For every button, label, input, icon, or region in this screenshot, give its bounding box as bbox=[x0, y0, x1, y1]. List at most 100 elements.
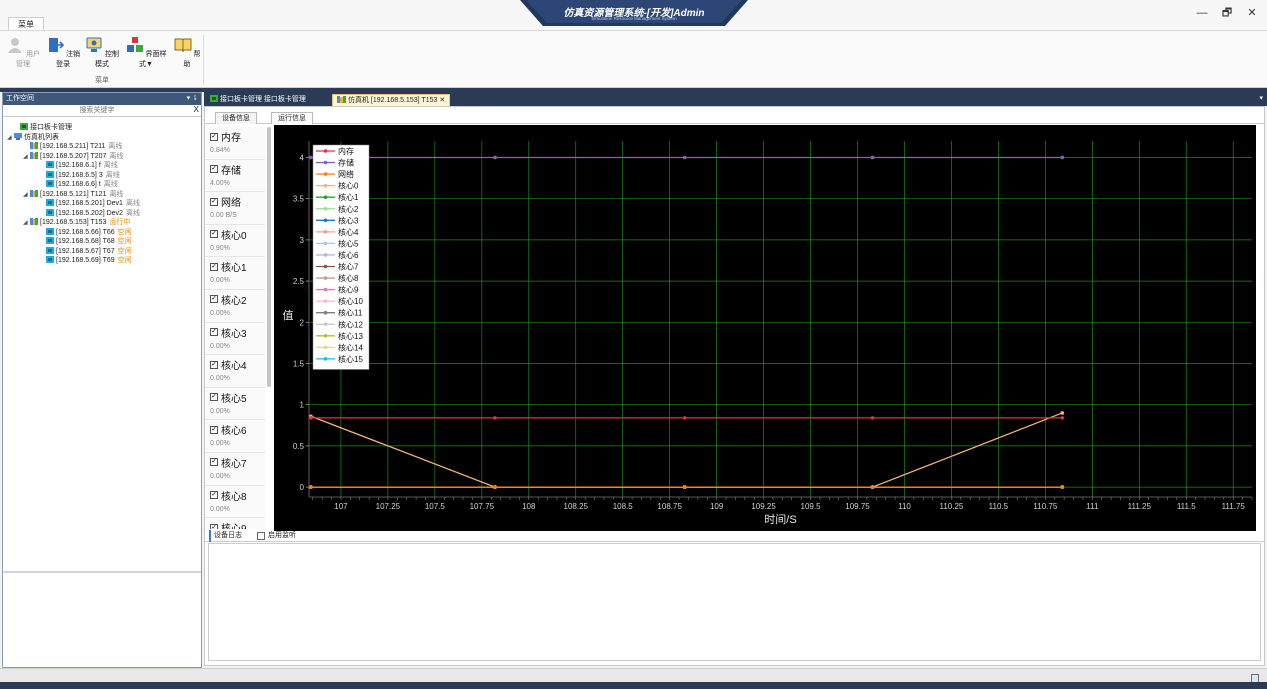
metric-checkbox[interactable]: ✓ 核心1 bbox=[210, 259, 265, 274]
legend-swatch-dot bbox=[323, 276, 328, 280]
close-tab-icon[interactable]: ✕ bbox=[439, 97, 445, 104]
tab-simulator-t153[interactable]: 仿真机 [192.168.5.153] T153 ✕ bbox=[332, 94, 451, 106]
help-button[interactable]: 帮助 bbox=[173, 37, 201, 73]
expand-toggle-icon[interactable]: ◢ bbox=[7, 134, 14, 143]
checklist-scrollbar[interactable] bbox=[267, 127, 271, 387]
checkbox-box[interactable]: ✓ bbox=[210, 295, 218, 304]
metric-checkbox[interactable]: ✓ 核心2 bbox=[210, 292, 265, 307]
server-icon bbox=[30, 189, 40, 198]
checkbox-box[interactable]: ✓ bbox=[210, 393, 218, 402]
control-mode-button[interactable]: 控制模式 bbox=[84, 37, 120, 73]
user-manage-button[interactable]: 用户管理 bbox=[5, 37, 41, 73]
tab-device-info[interactable]: 设备信息 bbox=[215, 112, 257, 124]
tree-node[interactable]: [192.168.5.69] T69 空闲 bbox=[39, 256, 132, 265]
legend-swatch-dot bbox=[323, 149, 328, 153]
tree-node[interactable]: [192.168.6.1] f 离线 bbox=[39, 161, 118, 170]
tree-node[interactable]: [192.168.5.202] Dev2 离线 bbox=[39, 208, 140, 218]
tree-node[interactable]: ◢ 仿真机列表 bbox=[7, 132, 59, 143]
metric-checkbox[interactable]: ✓ 核心0 bbox=[210, 227, 265, 242]
metric-label: 核心3 bbox=[221, 328, 247, 340]
theme-button[interactable]: 界面样式▼ bbox=[124, 37, 168, 73]
metric-item: ✓ 核心7 0.00% bbox=[205, 453, 265, 486]
checkbox-box[interactable]: ✓ bbox=[210, 491, 218, 500]
checkbox-box[interactable]: ✓ bbox=[210, 230, 218, 239]
x-tick-label: 108.5 bbox=[613, 502, 634, 511]
checkbox-box[interactable]: ✓ bbox=[210, 523, 218, 529]
legend-swatch-dot bbox=[323, 322, 328, 327]
tree-node-label: 接口板卡管理 bbox=[30, 124, 72, 131]
metric-checkbox[interactable]: ✓ 核心8 bbox=[210, 488, 265, 503]
log-toolbar: 设备日志 启用监听 bbox=[205, 530, 1264, 542]
checkbox-box[interactable]: ✓ bbox=[210, 132, 218, 141]
expand-toggle-icon[interactable]: ◢ bbox=[23, 191, 30, 200]
y-tick-label: 0 bbox=[300, 483, 305, 492]
tree-node[interactable]: 接口板卡管理 bbox=[13, 123, 72, 132]
workspace-splitter[interactable] bbox=[3, 571, 201, 573]
workspace-title: 工作空间 bbox=[6, 95, 34, 102]
y-tick-label: 3 bbox=[300, 236, 305, 245]
metric-checkbox[interactable]: ✓ 核心6 bbox=[210, 422, 265, 437]
tree-node[interactable]: ◢ [192.168.5.153] T153 运行中 bbox=[23, 218, 130, 228]
tree-node[interactable]: [192.168.6.6] t 离线 bbox=[39, 180, 118, 189]
tab-board-management[interactable]: 接口板卡管理 接口板卡管理 bbox=[206, 94, 310, 106]
checkbox-box[interactable]: ✓ bbox=[210, 165, 218, 174]
tab-runtime-info[interactable]: 运行信息 bbox=[271, 112, 313, 124]
enable-listen-checkbox[interactable]: 启用监听 bbox=[257, 530, 296, 542]
checkbox-box[interactable]: ✓ bbox=[210, 328, 218, 337]
checkbox-box[interactable]: ✓ bbox=[210, 197, 218, 206]
metric-checkbox[interactable]: ✓ 核心5 bbox=[210, 390, 265, 405]
metric-checkbox[interactable]: ✓ 内存 bbox=[210, 129, 265, 144]
metric-item: ✓ 存储 4.00% bbox=[205, 160, 265, 193]
x-tick-label: 110.25 bbox=[940, 502, 964, 511]
legend-swatch-dot bbox=[323, 334, 328, 338]
main-content: 设备信息 运行信息 ✓ 内存 0.84% ✓ 存储 4.00% ✓ 网络 0.00 B/S ✓ 核心… bbox=[204, 106, 1265, 666]
x-tick-label: 111 bbox=[1086, 502, 1099, 511]
tab-menu-icon[interactable]: ▾ bbox=[1259, 94, 1263, 102]
tree-node[interactable]: [192.168.5.68] T68 空闲 bbox=[39, 237, 132, 246]
close-button[interactable]: ✕ bbox=[1242, 5, 1262, 21]
metric-checkbox[interactable]: ✓ 核心4 bbox=[210, 357, 265, 372]
checkbox-box[interactable] bbox=[257, 532, 265, 540]
metric-checkbox[interactable]: ✓ 核心3 bbox=[210, 325, 265, 340]
tab-board-label: 接口板卡管理 接口板卡管理 bbox=[219, 96, 306, 103]
metric-checkbox[interactable]: ✓ 网络 bbox=[210, 194, 265, 209]
y-tick-label: 3.5 bbox=[293, 195, 305, 204]
metric-value: 0.00 B/S bbox=[210, 212, 237, 220]
x-tick-label: 107.25 bbox=[376, 502, 401, 511]
restore-button[interactable]: 🗗 bbox=[1217, 5, 1237, 21]
tree-node[interactable]: ◢ [192.168.5.121] T121 离线 bbox=[23, 189, 124, 200]
tree-node[interactable]: [192.168.5.211] T211 离线 bbox=[23, 142, 122, 151]
checkbox-box[interactable]: ✓ bbox=[210, 458, 218, 467]
metric-item: ✓ 核心3 0.00% bbox=[205, 323, 265, 356]
expand-toggle-icon[interactable]: ◢ bbox=[23, 219, 30, 228]
clear-search-icon[interactable]: X bbox=[194, 105, 199, 114]
tree-node[interactable]: [192.168.5.201] Dev1 离线 bbox=[39, 199, 140, 208]
logout-button[interactable]: 注销登录 bbox=[45, 37, 81, 73]
metric-item: ✓ 核心8 0.00% bbox=[205, 486, 265, 519]
data-point bbox=[309, 155, 313, 160]
tree-node-label: 仿真机列表 bbox=[24, 133, 59, 141]
tree-node[interactable]: [192.168.5.67] T67 空闲 bbox=[39, 246, 132, 256]
metric-checkbox[interactable]: ✓核心9 bbox=[210, 520, 265, 529]
expand-toggle-icon[interactable]: ◢ bbox=[23, 153, 30, 162]
metric-label: 核心8 bbox=[221, 491, 247, 503]
metric-checkbox[interactable]: ✓ 存储 bbox=[210, 162, 265, 177]
search-input[interactable] bbox=[3, 105, 191, 116]
status-label: 离线 bbox=[109, 190, 124, 198]
metric-checkbox[interactable]: ✓ 核心7 bbox=[210, 455, 265, 470]
legend-entry: 核心2 bbox=[338, 204, 359, 214]
server-icon bbox=[337, 96, 346, 103]
menu-tab[interactable]: 菜单 bbox=[8, 17, 44, 31]
checkbox-box[interactable]: ✓ bbox=[210, 360, 218, 369]
legend-entry: 核心9 bbox=[338, 285, 359, 295]
checkbox-box[interactable]: ✓ bbox=[210, 262, 218, 271]
tree-node[interactable]: [192.168.5.66] T66 空闲 bbox=[39, 227, 132, 237]
minimize-button[interactable]: — bbox=[1192, 5, 1212, 21]
device-log-textarea[interactable] bbox=[208, 543, 1261, 661]
pin-icon[interactable]: ▾ ⇂ bbox=[187, 93, 198, 105]
tree-node[interactable]: [192.168.6.5] 3 离线 bbox=[39, 170, 120, 180]
tree-node-label: [192.168.5.211] T211 bbox=[40, 143, 106, 150]
metric-value: 0.00% bbox=[210, 407, 230, 415]
tree-node[interactable]: ◢ [192.168.5.207] T207 离线 bbox=[23, 151, 123, 162]
checkbox-box[interactable]: ✓ bbox=[210, 425, 218, 434]
